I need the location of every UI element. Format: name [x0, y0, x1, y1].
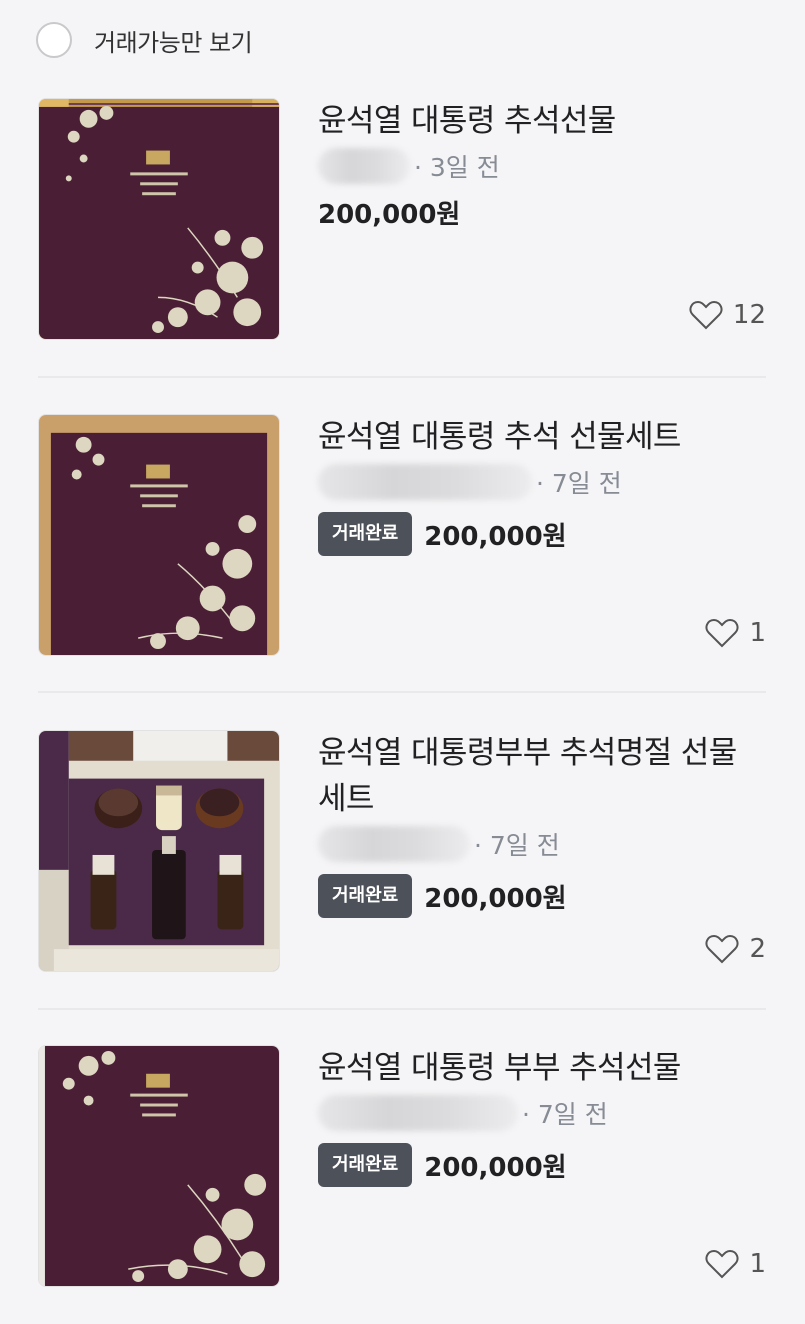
like-count[interactable]: 1 [705, 1249, 766, 1279]
like-count[interactable]: 12 [689, 300, 766, 330]
blurred-location [318, 1095, 518, 1131]
item-title[interactable]: 윤석열 대통령 추석선물 [318, 98, 766, 144]
product-thumbnail[interactable] [38, 730, 280, 972]
gift-box-image [39, 1046, 279, 1286]
like-number: 2 [749, 934, 766, 964]
status-badge: 거래완료 [318, 512, 413, 556]
list-item[interactable]: 윤석열 대통령 부부 추석선물 · 7일 전 거래완료 200,000원 1 [38, 1045, 766, 1287]
item-price: 200,000원 [318, 200, 461, 230]
item-title[interactable]: 윤석열 대통령부부 추석명절 선물세트 [318, 730, 758, 822]
heart-outline-icon [705, 934, 739, 964]
item-price: 200,000원 [424, 521, 567, 552]
radio-circle-icon[interactable] [36, 22, 72, 58]
heart-outline-icon [705, 618, 739, 648]
blurred-location [318, 826, 470, 862]
list-item[interactable]: 윤석열 대통령 추석선물 · 3일 전 200,000원 12 [38, 98, 766, 340]
item-time: · 7일 전 [536, 469, 622, 498]
heart-outline-icon [705, 1249, 739, 1279]
price-row: 거래완료 200,000원 [318, 1143, 766, 1187]
item-meta: · 7일 전 [318, 462, 766, 502]
like-count[interactable]: 2 [705, 934, 766, 964]
available-only-filter[interactable]: 거래가능만 보기 [36, 20, 253, 60]
price-row: 200,000원 [318, 194, 766, 231]
item-time: · 7일 전 [522, 1100, 608, 1129]
divider [38, 376, 766, 378]
like-number: 12 [732, 300, 766, 330]
list-item[interactable]: 윤석열 대통령부부 추석명절 선물세트 · 7일 전 거래완료 200,000원… [38, 730, 766, 972]
filter-label: 거래가능만 보기 [94, 28, 253, 57]
item-time: · 3일 전 [414, 153, 500, 182]
gift-box-image [39, 415, 279, 655]
item-meta: · 3일 전 [318, 146, 766, 186]
item-time: · 7일 전 [474, 831, 560, 860]
list-item[interactable]: 윤석열 대통령 추석 선물세트 · 7일 전 거래완료 200,000원 1 [38, 414, 766, 656]
gift-set-image [39, 731, 279, 971]
gift-box-image [39, 99, 279, 339]
item-meta: · 7일 전 [318, 824, 766, 864]
item-title[interactable]: 윤석열 대통령 추석 선물세트 [318, 414, 766, 460]
like-count[interactable]: 1 [705, 618, 766, 648]
blurred-location [318, 464, 532, 500]
status-badge: 거래완료 [318, 874, 413, 918]
price-row: 거래완료 200,000원 [318, 874, 766, 918]
blurred-location [318, 148, 410, 184]
divider [38, 1008, 766, 1010]
product-thumbnail[interactable] [38, 414, 280, 656]
heart-outline-icon [689, 300, 723, 330]
product-thumbnail[interactable] [38, 98, 280, 340]
divider [38, 691, 766, 693]
item-title[interactable]: 윤석열 대통령 부부 추석선물 [318, 1045, 766, 1091]
product-thumbnail[interactable] [38, 1045, 280, 1287]
like-number: 1 [749, 1249, 766, 1279]
like-number: 1 [749, 618, 766, 648]
item-price: 200,000원 [424, 1152, 567, 1183]
item-price: 200,000원 [424, 883, 567, 914]
item-meta: · 7일 전 [318, 1093, 766, 1133]
status-badge: 거래완료 [318, 1143, 413, 1187]
price-row: 거래완료 200,000원 [318, 512, 766, 556]
